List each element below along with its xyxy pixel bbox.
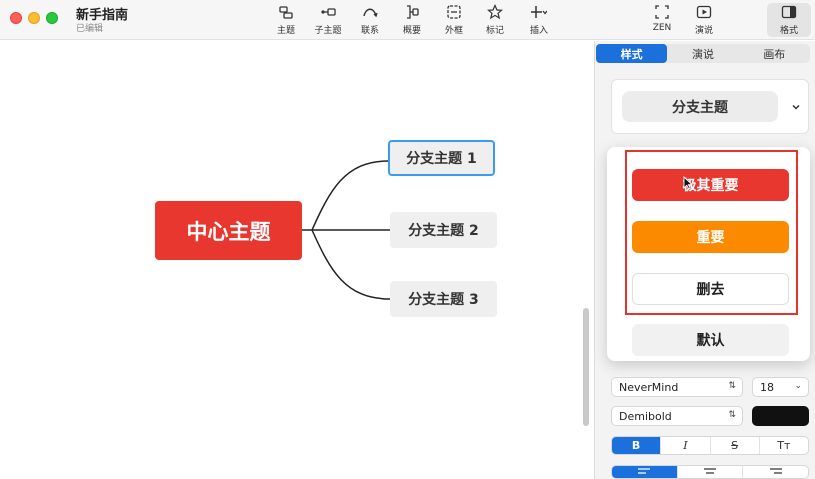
annotation-highlight-box <box>625 150 798 315</box>
text-color-swatch[interactable] <box>752 406 809 426</box>
subtopic-icon <box>321 8 336 16</box>
toolbar-insert-label: 插入 <box>529 26 548 36</box>
zoom-window-button[interactable] <box>46 12 58 24</box>
updown-icon: ⇅ <box>728 381 736 391</box>
branch-topic-2[interactable]: 分支主题 2 <box>390 212 497 248</box>
font-weight-value: Demibold <box>619 409 672 423</box>
tab-pitch[interactable]: 演说 <box>667 44 738 63</box>
toolbar-format-button[interactable]: 格式 <box>767 3 811 37</box>
summary-icon <box>407 5 419 19</box>
chevron-down-icon: ⌄ <box>794 381 802 391</box>
boundary-icon <box>447 5 461 19</box>
font-size-select[interactable]: 18 ⌄ <box>752 377 809 397</box>
chevron-down-icon[interactable] <box>790 101 802 113</box>
toolbar-subtopic-label: 子主题 <box>314 26 342 36</box>
text-format-group: B I S Tт <box>611 436 809 455</box>
toolbar-zen-button[interactable]: ZEN <box>638 3 686 37</box>
format-panel-icon <box>781 5 797 19</box>
toolbar-pitch-button[interactable]: 演说 <box>680 3 728 37</box>
font-size-value: 18 <box>760 380 774 394</box>
canvas-scrollbar[interactable] <box>583 308 589 426</box>
toolbar-topic-label: 主题 <box>276 26 295 36</box>
text-align-group <box>611 465 809 479</box>
toolbar-marker-button[interactable]: 标记 <box>471 3 519 37</box>
align-center-button[interactable] <box>678 466 744 478</box>
toolbar-boundary-label: 外框 <box>444 26 463 36</box>
tab-style[interactable]: 样式 <box>596 44 668 63</box>
align-right-button[interactable] <box>743 466 808 478</box>
relationship-icon <box>363 8 378 18</box>
toolbar-summary-label: 概要 <box>402 26 421 36</box>
text-case-button[interactable]: Tт <box>760 437 808 454</box>
mouse-cursor-icon <box>683 176 693 190</box>
font-family-select[interactable]: NeverMind ⇅ <box>611 377 743 397</box>
branch-topic-3[interactable]: 分支主题 3 <box>390 281 497 317</box>
toolbar-topic-button[interactable]: 主题 <box>262 3 310 37</box>
minimize-window-button[interactable] <box>28 12 40 24</box>
title-bar: 新手指南 已编辑 主题 子主题 联系 概要 外框 标记 插入 ZEN 演说 格式 <box>0 0 815 40</box>
zen-icon <box>655 5 669 19</box>
bold-button[interactable]: B <box>612 437 662 454</box>
toolbar-relationship-label: 联系 <box>360 26 379 36</box>
align-center-icon <box>704 468 716 474</box>
align-left-icon <box>638 468 651 474</box>
style-preset-select[interactable]: 分支主题 <box>622 91 778 122</box>
toolbar-summary-button[interactable]: 概要 <box>388 3 436 37</box>
align-right-icon <box>769 468 782 474</box>
document-status: 已编辑 <box>76 24 104 34</box>
font-weight-select[interactable]: Demibold ⇅ <box>611 406 743 426</box>
play-icon <box>696 5 712 19</box>
toolbar-pitch-label: 演说 <box>694 26 713 36</box>
italic-button[interactable]: I <box>661 437 711 454</box>
toolbar-zen-label: ZEN <box>652 23 672 33</box>
toolbar-marker-label: 标记 <box>485 26 504 36</box>
strikethrough-button[interactable]: S <box>711 437 760 454</box>
style-option-default[interactable]: 默认 <box>632 324 789 356</box>
updown-icon: ⇅ <box>728 410 736 420</box>
toolbar-format-label: 格式 <box>779 26 798 36</box>
align-left-button[interactable] <box>612 466 678 478</box>
font-family-value: NeverMind <box>619 380 679 394</box>
close-window-button[interactable] <box>10 12 22 24</box>
toolbar-relationship-button[interactable]: 联系 <box>346 3 394 37</box>
mindmap-canvas[interactable] <box>0 41 580 479</box>
toolbar-insert-button[interactable]: 插入 <box>515 3 563 37</box>
tab-canvas[interactable]: 画布 <box>739 44 810 63</box>
panel-tabs: 样式 演说 画布 <box>596 44 810 63</box>
plus-icon <box>531 6 547 18</box>
toolbar-subtopic-button[interactable]: 子主题 <box>304 3 352 37</box>
branch-topic-1[interactable]: 分支主题 1 <box>388 140 495 176</box>
central-topic[interactable]: 中心主题 <box>155 201 302 260</box>
star-icon <box>487 4 503 20</box>
topic-icon <box>279 6 293 19</box>
